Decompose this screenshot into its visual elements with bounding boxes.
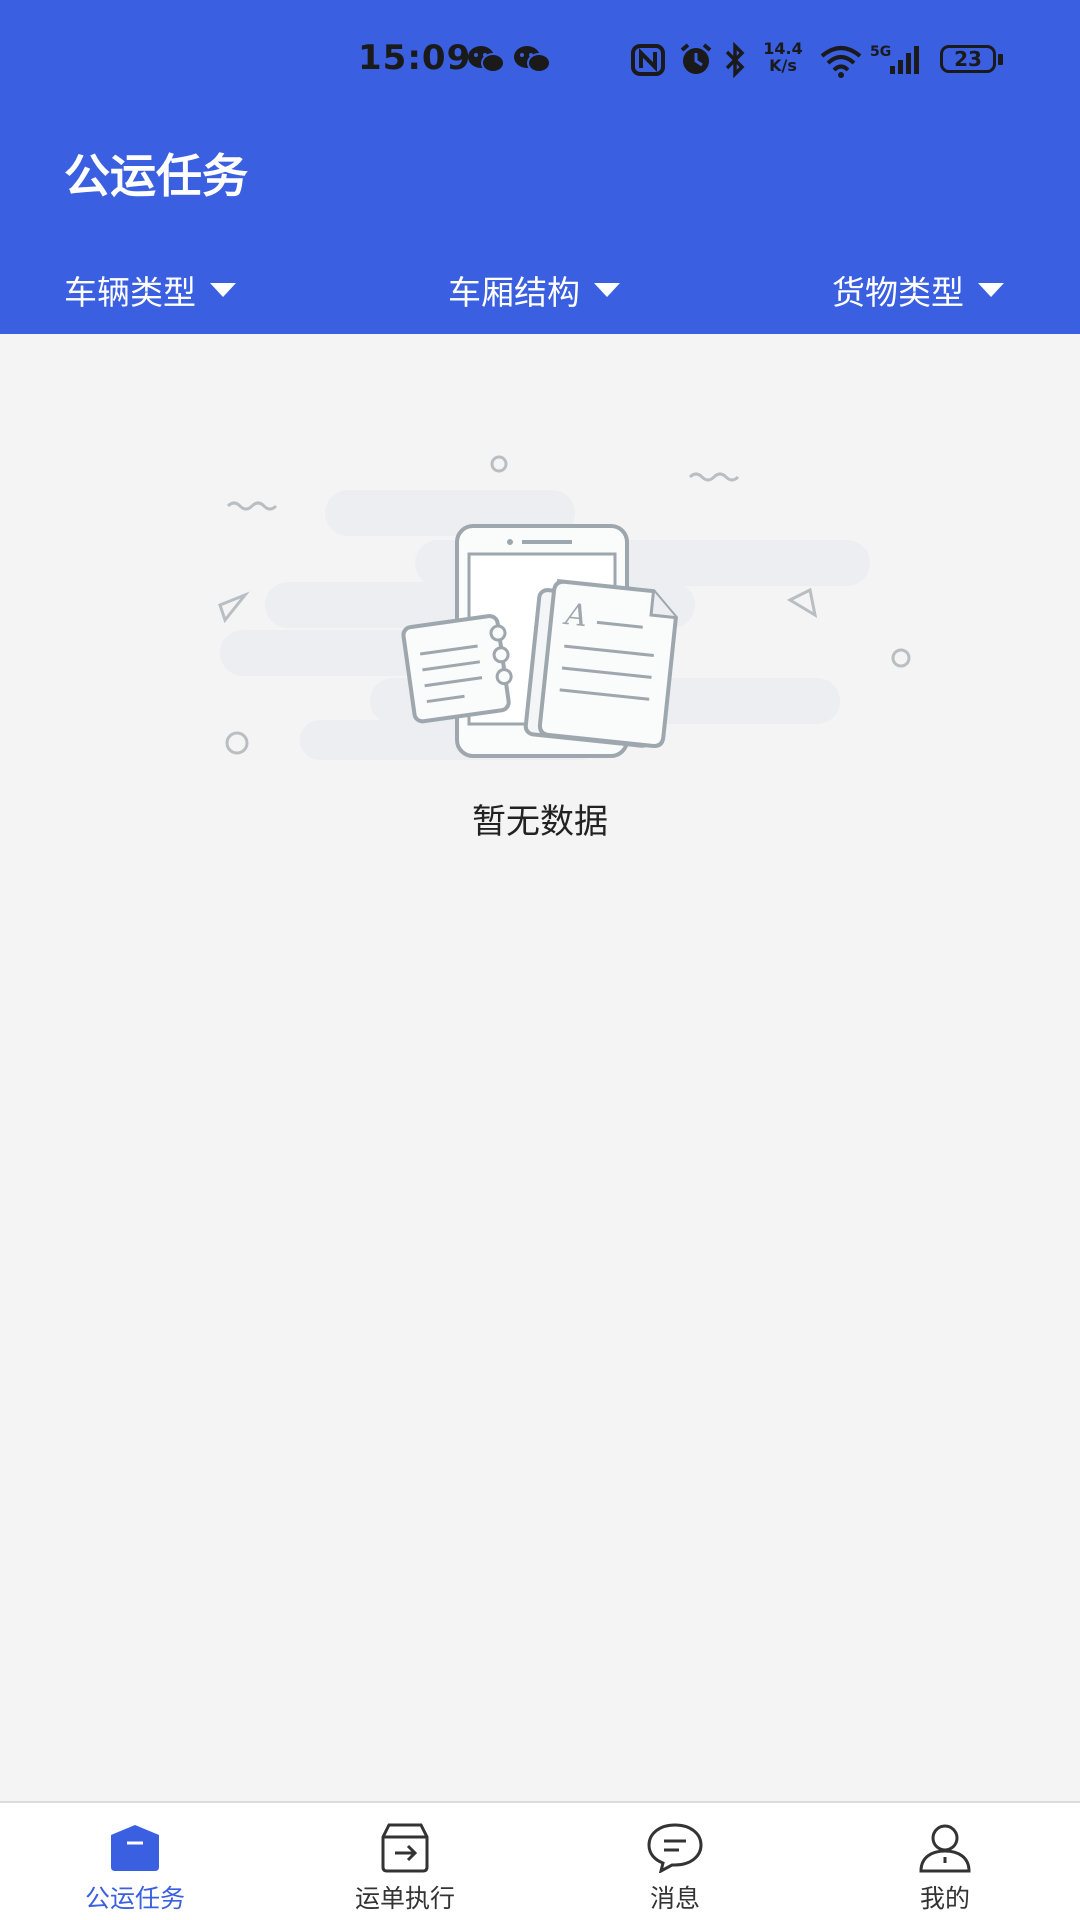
- caret-down-icon: [594, 283, 620, 297]
- message-bubble-icon: [647, 1823, 703, 1873]
- filter-label: 货物类型: [832, 273, 964, 312]
- wechat-icon: [514, 46, 551, 73]
- app-header: 15:09 14.4 K/s 5G 23 公运任务 车辆类型 车厢结构 货物类型: [0, 0, 1080, 334]
- tab-label: 消息: [649, 1884, 700, 1913]
- signal-icon: [890, 46, 919, 74]
- caret-down-icon: [978, 283, 1004, 297]
- wifi-icon: [820, 46, 862, 78]
- filter-vehicle-type[interactable]: 车辆类型: [64, 266, 236, 314]
- battery-tip: [998, 54, 1003, 65]
- waybill-icon: [381, 1823, 429, 1873]
- bottom-tab-bar: 公运任务 运单执行 消息 我的: [0, 1801, 1080, 1920]
- tab-label: 运单执行: [354, 1884, 455, 1913]
- page-title: 公运任务: [64, 149, 248, 203]
- alarm-icon: [680, 43, 712, 74]
- tab-messages[interactable]: 消息: [575, 1803, 775, 1920]
- tab-label: 我的: [919, 1884, 970, 1913]
- tab-profile[interactable]: 我的: [845, 1803, 1045, 1920]
- filter-label: 车厢结构: [448, 273, 580, 312]
- network-speed: 14.4 K/s: [763, 39, 803, 75]
- nfc-icon: [631, 44, 665, 76]
- empty-documents-illustration: A: [218, 455, 911, 760]
- filter-label: 车辆类型: [64, 273, 196, 312]
- wechat-icon: [468, 46, 505, 73]
- tab-label: 公运任务: [84, 1884, 185, 1913]
- caret-down-icon: [210, 283, 236, 297]
- status-time: 15:09: [358, 38, 472, 78]
- filter-cargo-type[interactable]: 货物类型: [832, 266, 1004, 314]
- tab-waybill-execution[interactable]: 运单执行: [305, 1803, 505, 1920]
- profile-icon: [919, 1824, 971, 1873]
- status-bar: 15:09 14.4 K/s 5G 23: [0, 0, 1080, 120]
- bluetooth-icon: [725, 41, 745, 79]
- battery-icon: 23: [940, 45, 996, 73]
- empty-state-message: 暂无数据: [472, 802, 608, 842]
- task-folder-icon: [111, 1825, 159, 1871]
- tab-public-transport-tasks[interactable]: 公运任务: [35, 1803, 235, 1920]
- filter-carriage-structure[interactable]: 车厢结构: [448, 266, 620, 314]
